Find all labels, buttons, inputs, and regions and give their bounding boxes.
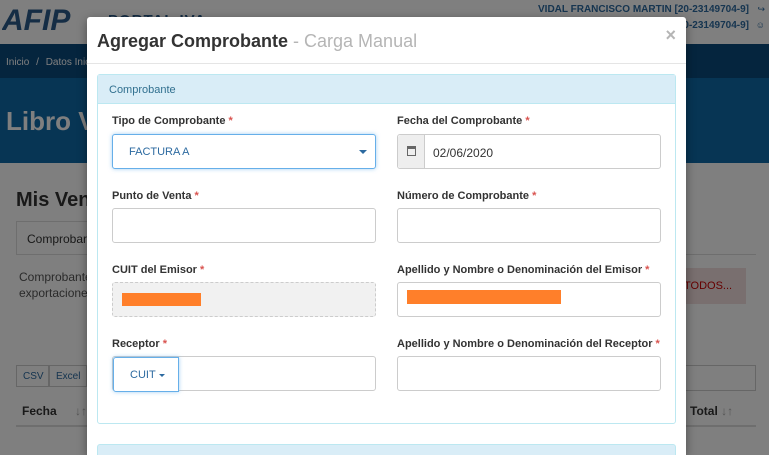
receptor-type-dropdown[interactable]: CUIT — [113, 357, 179, 392]
receptor-input[interactable] — [179, 357, 375, 390]
redacted-value — [407, 290, 561, 304]
comprobante-panel: Comprobante Tipo de Comprobante * FACTUR… — [97, 74, 676, 424]
cuit-emisor-field — [112, 282, 376, 317]
agregar-comprobante-modal: Agregar Comprobante - Carga Manual × Com… — [87, 17, 686, 455]
receptor-input-group: CUIT — [112, 356, 376, 392]
nombre-emisor-input[interactable] — [397, 282, 661, 317]
next-panel-heading — [97, 444, 676, 455]
modal-title: Agregar Comprobante - Carga Manual — [97, 31, 418, 51]
tipo-comprobante-select[interactable]: FACTURA A — [112, 134, 376, 169]
fecha-comprobante-field[interactable]: 02/06/2020 — [397, 134, 661, 169]
cuit-emisor-label: CUIT del Emisor * — [112, 264, 205, 276]
modal-subtitle: - Carga Manual — [288, 31, 418, 51]
modal-header: Agregar Comprobante - Carga Manual × — [87, 17, 686, 64]
numero-comprobante-input[interactable] — [397, 208, 661, 243]
nombre-receptor-input[interactable] — [397, 356, 661, 391]
redacted-value — [122, 293, 201, 306]
chevron-down-icon — [359, 150, 367, 154]
tipo-comprobante-label: Tipo de Comprobante * — [112, 115, 233, 127]
close-icon[interactable]: × — [665, 25, 676, 46]
punto-venta-label: Punto de Venta * — [112, 190, 199, 202]
calendar-addon[interactable] — [398, 135, 425, 168]
receptor-label: Receptor * — [112, 338, 168, 350]
nombre-emisor-label: Apellido y Nombre o Denominación del Emi… — [397, 264, 650, 276]
fecha-comprobante-label: Fecha del Comprobante * — [397, 115, 530, 127]
calendar-icon — [407, 146, 416, 156]
numero-comprobante-label: Número de Comprobante * — [397, 190, 537, 202]
punto-venta-input[interactable] — [112, 208, 376, 243]
panel-heading: Comprobante — [98, 75, 675, 104]
fecha-value: 02/06/2020 — [433, 146, 494, 160]
nombre-receptor-label: Apellido y Nombre o Denominación del Rec… — [397, 338, 660, 350]
caret-down-icon — [158, 373, 165, 377]
